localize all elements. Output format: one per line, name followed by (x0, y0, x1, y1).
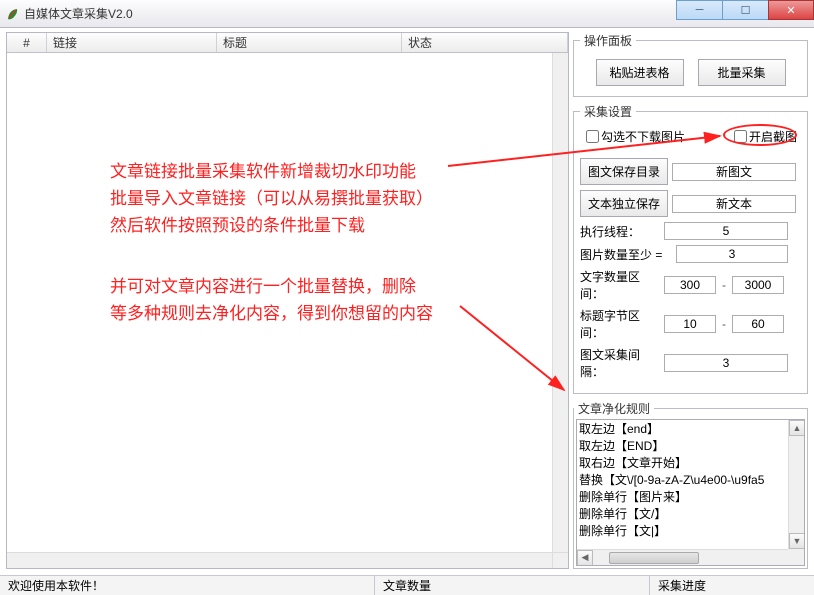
batch-collect-button[interactable]: 批量采集 (698, 59, 786, 86)
panel-operations: 操作面板 粘贴进表格 批量采集 (573, 32, 808, 97)
rule-item[interactable]: 删除单行【图片来】 (579, 489, 802, 506)
word-range-lo-input[interactable] (664, 276, 716, 294)
text-save-input[interactable] (672, 195, 796, 213)
col-link[interactable]: 链接 (47, 33, 217, 52)
close-button[interactable]: ✕ (768, 0, 814, 20)
rule-item[interactable]: 取右边【文章开始】 (579, 455, 802, 472)
enable-crop-text: 开启截图 (749, 128, 797, 145)
title-range-lo-input[interactable] (664, 315, 716, 333)
no-download-images-checkbox-label[interactable]: 勾选不下载图片 (586, 128, 685, 145)
panel-rules-legend: 文章净化规则 (574, 400, 654, 417)
statusbar: 欢迎使用本软件！ 文章数量 采集进度 (0, 575, 814, 595)
title-range-label: 标题字节区间： (580, 307, 660, 341)
scroll-corner (552, 552, 568, 568)
rule-item[interactable]: 取左边【end】 (579, 421, 802, 438)
word-range-label: 文字数量区间： (580, 268, 660, 302)
table-body[interactable] (7, 53, 552, 552)
table-header: # 链接 标题 状态 (7, 33, 568, 53)
scroll-thumb[interactable] (609, 552, 699, 564)
img-min-label: 图片数量至少 = (580, 246, 672, 263)
col-title[interactable]: 标题 (217, 33, 402, 52)
maximize-button[interactable]: ☐ (722, 0, 768, 20)
no-download-images-text: 勾选不下载图片 (601, 128, 685, 145)
image-save-dir-input[interactable] (672, 163, 796, 181)
threads-label: 执行线程： (580, 223, 660, 240)
table-hscroll[interactable] (7, 552, 552, 568)
app-icon (6, 7, 20, 21)
image-save-dir-button[interactable]: 图文保存目录 (580, 158, 668, 185)
rule-item[interactable]: 取左边【END】 (579, 438, 802, 455)
range-sep: - (720, 278, 728, 292)
status-count-label: 文章数量 (375, 576, 650, 595)
scroll-down-icon[interactable]: ▼ (789, 533, 805, 549)
rules-scroll-corner (788, 549, 804, 565)
scroll-up-icon[interactable]: ▲ (789, 420, 805, 436)
rules-hscroll[interactable]: ◀ (577, 549, 788, 565)
rules-listbox[interactable]: 取左边【end】取左边【END】取右边【文章开始】替换【文\/[0-9a-zA-… (576, 419, 805, 566)
no-download-images-checkbox[interactable] (586, 130, 599, 143)
rule-item[interactable]: 删除单行【文/】 (579, 506, 802, 523)
table-vscroll[interactable] (552, 53, 568, 552)
enable-crop-checkbox-label[interactable]: 开启截图 (734, 128, 797, 145)
minimize-button[interactable]: ─ (676, 0, 722, 20)
threads-input[interactable] (664, 222, 788, 240)
interval-label: 图文采集间隔： (580, 346, 660, 380)
col-status[interactable]: 状态 (402, 33, 568, 52)
paste-into-table-button[interactable]: 粘贴进表格 (596, 59, 684, 86)
col-index[interactable]: # (7, 33, 47, 52)
rule-item[interactable]: 替换【文\/[0-9a-zA-Z\u4e00-\u9fa5 (579, 472, 802, 489)
status-welcome: 欢迎使用本软件！ (0, 576, 375, 595)
article-table[interactable]: # 链接 标题 状态 (6, 32, 569, 569)
text-save-button[interactable]: 文本独立保存 (580, 190, 668, 217)
rule-item[interactable]: 删除单行【文|】 (579, 523, 802, 540)
scroll-left-icon[interactable]: ◀ (577, 550, 593, 566)
panel-settings: 采集设置 勾选不下载图片 开启截图 图文保存目录 文本独 (573, 103, 808, 394)
interval-input[interactable] (664, 354, 788, 372)
window-title: 自媒体文章采集V2.0 (24, 5, 133, 22)
panel-settings-legend: 采集设置 (580, 103, 636, 120)
range-sep-2: - (720, 317, 728, 331)
panel-operations-legend: 操作面板 (580, 32, 636, 49)
enable-crop-checkbox[interactable] (734, 130, 747, 143)
rules-vscroll[interactable]: ▲ ▼ (788, 420, 804, 549)
img-min-input[interactable] (676, 245, 788, 263)
panel-rules: 文章净化规则 取左边【end】取左边【END】取右边【文章开始】替换【文\/[0… (573, 400, 808, 569)
title-range-hi-input[interactable] (732, 315, 784, 333)
titlebar: 自媒体文章采集V2.0 ─ ☐ ✕ (0, 0, 814, 28)
word-range-hi-input[interactable] (732, 276, 784, 294)
status-progress-label: 采集进度 (650, 576, 814, 595)
